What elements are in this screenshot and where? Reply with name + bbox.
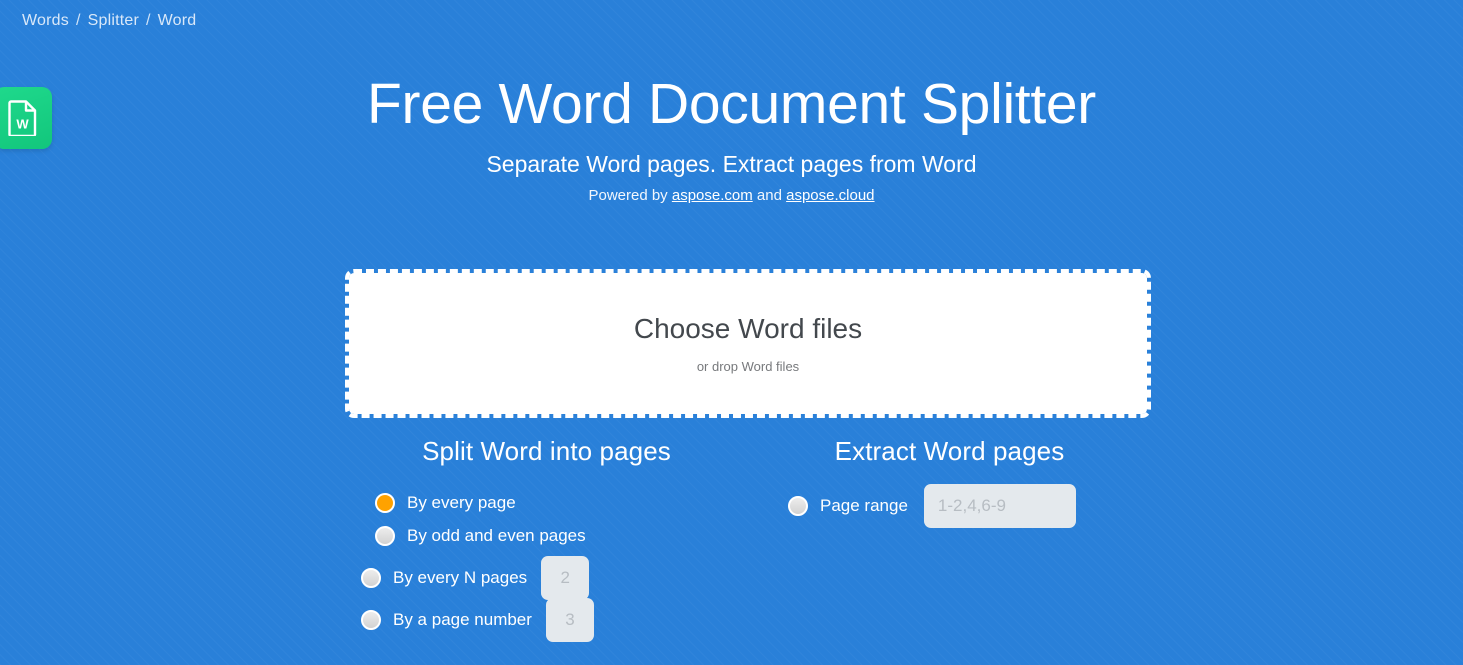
split-option-every-n-pages[interactable]: By every N pages — [361, 561, 748, 594]
file-dropzone[interactable]: Choose Word files or drop Word files — [345, 269, 1151, 418]
split-options-list: By every page By odd and even pages By e… — [345, 486, 748, 636]
split-option-label: By a page number — [393, 609, 532, 631]
split-option-label: By every N pages — [393, 567, 527, 589]
powered-by-line: Powered by aspose.com and aspose.cloud — [0, 186, 1463, 206]
breadcrumb-item-splitter[interactable]: Splitter — [88, 12, 139, 29]
radio-by-every-n-pages[interactable] — [361, 568, 381, 588]
split-option-label: By odd and even pages — [407, 525, 586, 547]
radio-by-every-page[interactable] — [375, 493, 395, 513]
page-range-input[interactable] — [924, 484, 1076, 528]
split-heading: Split Word into pages — [345, 434, 748, 468]
radio-by-odd-and-even-pages[interactable] — [375, 526, 395, 546]
hero-section: Free Word Document Splitter Separate Wor… — [0, 68, 1463, 206]
aspose-com-link[interactable]: aspose.com — [672, 187, 753, 204]
choose-files-label[interactable]: Choose Word files — [349, 312, 1147, 346]
radio-by-a-page-number[interactable] — [361, 610, 381, 630]
page-subtitle: Separate Word pages. Extract pages from … — [0, 150, 1463, 178]
powered-by-prefix: Powered by — [588, 187, 667, 204]
extract-option-page-range[interactable]: Page range — [788, 489, 1151, 522]
split-option-odd-even[interactable]: By odd and even pages — [361, 519, 748, 552]
extract-options-list: Page range — [748, 489, 1151, 522]
dropzone-content: Choose Word files or drop Word files — [349, 312, 1147, 375]
extract-option-label: Page range — [820, 495, 908, 517]
extract-heading: Extract Word pages — [748, 434, 1151, 468]
split-option-every-page[interactable]: By every page — [361, 486, 748, 519]
breadcrumb-item-word[interactable]: Word — [158, 12, 197, 29]
extract-column: Extract Word pages Page range — [748, 434, 1151, 636]
every-n-pages-input[interactable] — [541, 556, 589, 600]
page-number-input[interactable] — [546, 598, 594, 642]
split-option-page-number[interactable]: By a page number — [361, 603, 748, 636]
aspose-cloud-link[interactable]: aspose.cloud — [786, 187, 874, 204]
breadcrumb-separator: / — [76, 12, 81, 29]
radio-page-range[interactable] — [788, 496, 808, 516]
split-column: Split Word into pages By every page By o… — [345, 434, 748, 636]
options-section: Split Word into pages By every page By o… — [345, 434, 1151, 636]
breadcrumb-separator: / — [146, 12, 151, 29]
powered-by-conjunction: and — [757, 187, 782, 204]
drop-files-hint: or drop Word files — [349, 358, 1147, 375]
split-option-label: By every page — [407, 492, 516, 514]
breadcrumb-item-words[interactable]: Words — [22, 12, 69, 29]
breadcrumb: Words / Splitter / Word — [22, 12, 196, 30]
page-title: Free Word Document Splitter — [0, 68, 1463, 140]
